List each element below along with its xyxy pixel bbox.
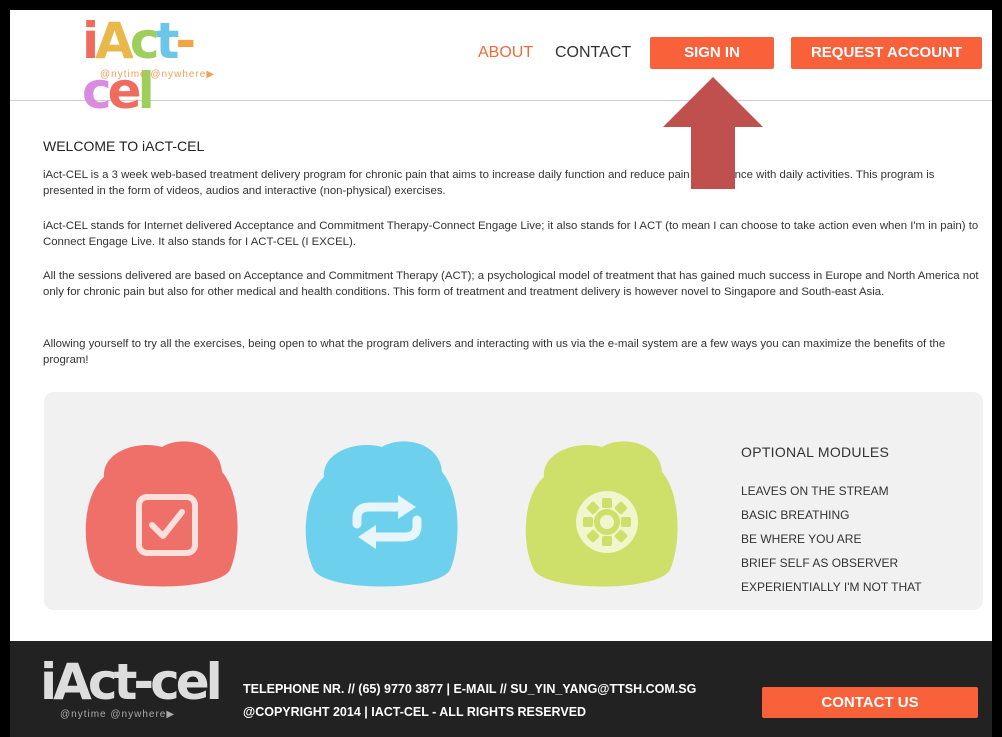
footer-logo-tagline: @nytime @nywhere▶ <box>60 709 176 720</box>
module-item[interactable]: BE WHERE YOU ARE <box>741 531 922 555</box>
footer-copyright: @COPYRIGHT 2014 | IACT-CEL - ALL RIGHTS … <box>243 705 587 719</box>
module-item[interactable]: BRIEF SELF AS OBSERVER <box>741 555 922 579</box>
footer-logo-wordmark: iAct-cel <box>40 653 223 711</box>
site-footer: iAct-cel @nytime @nywhere▶ TELEPHONE NR.… <box>10 641 992 737</box>
module-item[interactable]: BASIC BREATHING <box>741 507 922 531</box>
nav-about-link[interactable]: ABOUT <box>478 44 533 62</box>
site-header: iAct-cel @nytime @nywhere▶ ABOUT CONTACT… <box>10 10 992 116</box>
welcome-paragraph: iAct-CEL stands for Internet delivered A… <box>43 220 979 248</box>
request-account-button[interactable]: REQUEST ACCOUNT <box>791 37 982 69</box>
gear-icon[interactable] <box>522 432 682 592</box>
sign-in-button[interactable]: SIGN IN <box>650 37 774 69</box>
module-item[interactable]: LEAVES ON THE STREAM <box>741 483 922 507</box>
welcome-paragraph: All the sessions delivered are based on … <box>43 270 979 298</box>
welcome-paragraph: Allowing yourself to try all the exercis… <box>43 338 946 366</box>
module-item[interactable]: EXPERIENTIALLY I'M NOT THAT <box>741 579 922 603</box>
logo-tagline: @nytime @nywhere▶ <box>100 69 216 80</box>
refresh-icon[interactable] <box>302 432 462 592</box>
annotation-arrow-up-icon <box>663 77 763 189</box>
footer-logo: iAct-cel @nytime @nywhere▶ <box>40 653 223 723</box>
optional-modules-title: OPTIONAL MODULES <box>741 444 890 460</box>
optional-modules-list: LEAVES ON THE STREAM BASIC BREATHING BE … <box>741 483 922 603</box>
logo-wordmark: iAct-cel <box>82 12 196 120</box>
contact-us-button[interactable]: CONTACT US <box>762 687 978 718</box>
checkbox-icon[interactable] <box>82 432 242 592</box>
nav-contact-link[interactable]: CONTACT <box>555 44 631 62</box>
footer-contact-line: TELEPHONE NR. // (65) 9770 3877 | E-MAIL… <box>243 682 697 696</box>
site-logo[interactable]: iAct-cel @nytime @nywhere▶ <box>82 16 252 116</box>
modules-panel: OPTIONAL MODULES LEAVES ON THE STREAM BA… <box>44 392 983 610</box>
welcome-paragraph: iAct-CEL is a 3 week web-based treatment… <box>43 169 935 197</box>
page: iAct-cel @nytime @nywhere▶ ABOUT CONTACT… <box>10 10 992 737</box>
welcome-title: WELCOME TO iACT-CEL <box>43 138 205 154</box>
